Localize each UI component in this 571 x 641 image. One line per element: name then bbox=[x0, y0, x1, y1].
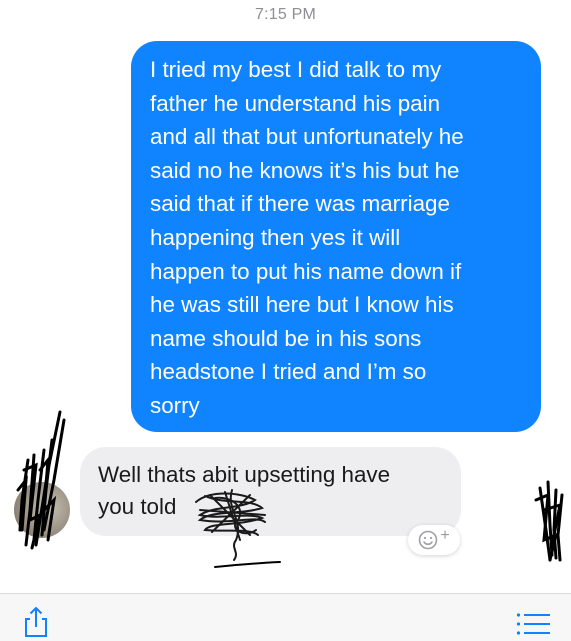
bottom-toolbar bbox=[0, 593, 571, 641]
smiley-icon bbox=[419, 530, 438, 550]
redaction-underline bbox=[214, 561, 281, 568]
contact-avatar[interactable] bbox=[14, 482, 70, 538]
message-line: happening then yes it will bbox=[150, 224, 401, 250]
message-line: said no he knows it’s his but he bbox=[150, 157, 460, 183]
message-line: Well thats abit upsetting have bbox=[98, 462, 391, 487]
redaction-scribble-right bbox=[534, 480, 564, 562]
message-line: and all that but unfortunately he bbox=[150, 124, 464, 150]
message-line: sorry bbox=[150, 392, 200, 418]
message-line: name should be in his sons bbox=[150, 325, 422, 351]
message-line: he was still here but I know his bbox=[150, 292, 454, 318]
message-line: happen to put his name down if bbox=[150, 258, 462, 284]
outgoing-message-bubble[interactable]: I tried my best I did talk to my father … bbox=[131, 41, 541, 432]
share-icon[interactable] bbox=[20, 606, 52, 638]
incoming-message-bubble[interactable]: Well thats abit upsetting have you told bbox=[80, 447, 461, 536]
list-icon[interactable] bbox=[516, 612, 550, 636]
plus-label: + bbox=[440, 527, 450, 544]
add-reaction-button[interactable]: + bbox=[408, 525, 460, 555]
timestamp: 7:15 PM bbox=[255, 6, 316, 23]
message-line: you told bbox=[98, 494, 177, 519]
message-line: father he understand his pain bbox=[150, 90, 441, 116]
message-line: headstone I tried and I’m so bbox=[150, 359, 427, 385]
message-line: said that if there was marriage bbox=[150, 191, 450, 217]
message-line: I tried my best I did talk to my bbox=[150, 57, 442, 82]
